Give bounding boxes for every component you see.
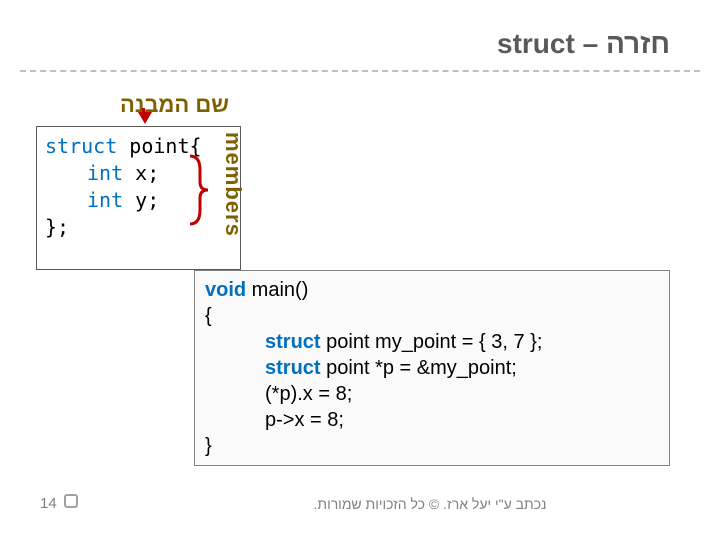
code-line: {	[205, 303, 659, 329]
code-text: main()	[246, 279, 308, 301]
slide-title: חזרה – struct	[497, 28, 670, 60]
code-text: p->x = 8;	[265, 409, 344, 431]
bullet-icon	[64, 494, 78, 508]
members-label: members	[220, 132, 246, 237]
keyword-int: int	[87, 188, 123, 212]
copyright-text: נכתב ע"י יעל ארז. © כל הזכויות שמורות.	[260, 496, 600, 512]
code-line: p->x = 8;	[205, 407, 659, 433]
page-number: 14	[40, 495, 57, 512]
arrow-down-icon	[138, 112, 152, 124]
code-line: (*p).x = 8;	[205, 381, 659, 407]
main-code-box: void main() { struct point my_point = { …	[194, 270, 670, 466]
struct-name-label: שם המבנה	[120, 92, 229, 118]
code-text: (*p).x = 8;	[265, 383, 352, 405]
keyword-int: int	[87, 161, 123, 185]
code-text: point my_point = { 3, 7 };	[321, 331, 543, 353]
code-line: }	[205, 433, 659, 459]
code-text: x;	[123, 161, 159, 185]
code-line: void main()	[205, 277, 659, 303]
keyword-struct: struct	[265, 357, 321, 379]
code-line: struct point *p = &my_point;	[205, 355, 659, 381]
title-divider	[20, 70, 700, 72]
keyword-struct: struct	[265, 331, 321, 353]
code-text: point *p = &my_point;	[321, 357, 517, 379]
curly-brace-icon	[182, 154, 212, 226]
keyword-struct: struct	[45, 134, 117, 158]
keyword-void: void	[205, 279, 246, 301]
code-text: y;	[123, 188, 159, 212]
code-line: struct point my_point = { 3, 7 };	[205, 329, 659, 355]
